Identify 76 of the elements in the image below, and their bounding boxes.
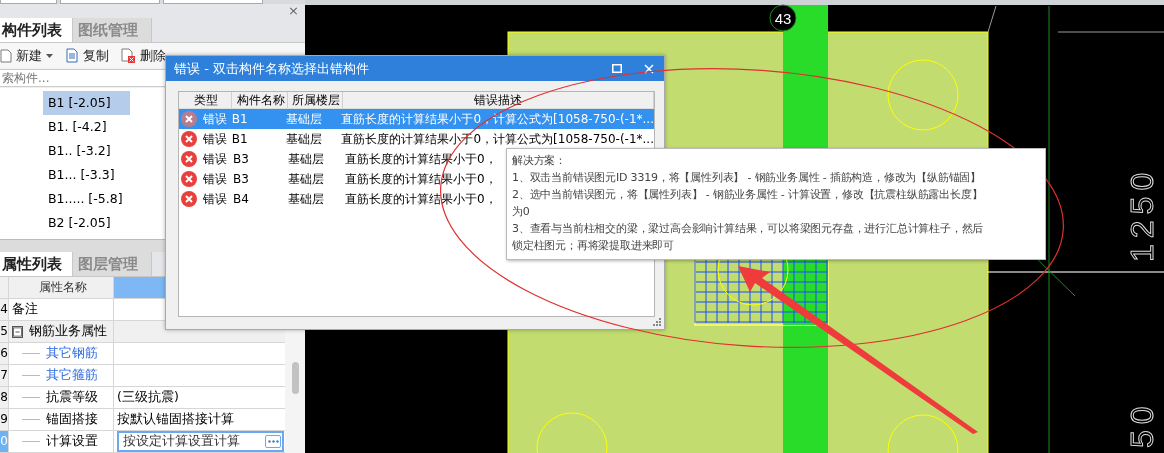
component-name: B1 [230,131,249,148]
component-item[interactable]: B1.. [-3.2] [43,138,130,163]
toolbar-button[interactable]: 删除 [121,46,166,65]
error-type: 错误 [203,190,227,208]
column-header[interactable]: 错误描述 [343,92,654,108]
component-item[interactable]: B1 [-2.05] [43,90,130,115]
solution-step: 1、双击当前错误图元ID 3319，将【属性列表】 - 钢筋业务属性 - 插筋构造，修改为【纵筋锚固】 [512,169,990,186]
axis-label: 43 [774,10,792,27]
property-name: 备注 [12,301,38,318]
column-circle [887,59,959,131]
panel-tab[interactable]: 属性列表 [0,252,73,276]
property-value: (三级抗震) [117,389,179,406]
property-name[interactable]: 其它钢筋 [46,345,98,362]
floor-name: 基础层 [284,110,323,128]
row-number: 4 [0,299,9,320]
error-type: 错误 [203,130,227,148]
column-header[interactable]: 所属楼层 [288,92,343,108]
property-name: 锚固搭接 [46,411,98,428]
row-number: 5 [0,321,9,342]
row-number: 7 [0,365,9,386]
tooltip-title: 解决方案： [512,153,567,169]
error-icon [181,191,197,207]
component-item[interactable]: B1. [-4.2] [43,114,130,139]
copy-icon [65,48,79,64]
ellipsis-icon [267,440,279,443]
dimension-label: 50 [1124,400,1160,448]
grid-line [987,5,997,33]
resize-grip-icon[interactable] [653,318,661,326]
component-item[interactable]: B2 [-2.05] [43,210,130,235]
maximize-icon[interactable] [612,64,622,73]
column-header: 属性名称 [9,277,114,298]
row-number: 9 [0,409,9,430]
property-value: 按默认锚固搭接计算 [117,411,234,428]
dimension-label: 1250 [1124,166,1160,262]
floor-name: 基础层 [287,170,325,188]
error-icon [181,111,197,127]
component-name: B4 [232,191,250,208]
property-name: 计算设置 [46,433,98,450]
caret-icon [46,53,53,58]
property-name: 钢筋业务属性 [29,323,107,340]
solution-step: 3、查看与当前柱相交的梁，梁过高会影响计算结果，可以将梁图元存盘，进行汇总计算柱子，然后锁定柱图元；再将梁提取进来即可 [512,220,990,254]
axis-bubble [769,4,797,32]
delete-icon [121,48,136,64]
error-description: 直筋长度的计算结果小于0，计算公式为[1058-750-(-1*... [340,110,654,128]
collapse-toggle[interactable] [12,325,23,338]
component-name: B3 [232,171,250,188]
close-icon[interactable] [644,63,654,74]
component-item[interactable]: B1... [-3.3] [43,162,130,187]
value-field[interactable]: 按设定计算设置计算 [117,431,284,452]
row-number: 0 [0,431,9,452]
error-icon [181,171,197,187]
error-type: 错误 [203,110,227,128]
column-header[interactable]: 构件名称 [232,92,288,108]
panel-tab[interactable]: 构件列表 [0,17,73,42]
floor-name: 基础层 [287,150,325,168]
error-icon [181,131,197,147]
property-name[interactable]: 其它箍筋 [46,367,98,384]
more-button[interactable] [265,435,281,448]
floor-name: 基础层 [284,130,323,148]
error-description: 直筋长度的计算结果小于0， [344,190,497,208]
solution-step: 2、选中当前错误图元，将【属性列表】 - 钢筋业务属性 - 计算设置，修改【抗震柱纵筋露出长度】为0 [512,186,990,220]
error-icon [181,151,197,167]
error-type: 错误 [203,150,227,168]
component-name: B3 [232,151,250,168]
component-name: B1 [230,111,249,128]
column-header[interactable]: 类型 [179,92,232,108]
toolbar-button[interactable]: 新建 [0,46,53,65]
error-type: 错误 [203,170,227,188]
close-button[interactable]: × [288,3,299,18]
row-number: 8 [0,387,9,408]
floor-name: 基础层 [287,190,325,208]
property-name: 抗震等级 [46,389,98,406]
row-number: 6 [0,343,9,364]
toolbar-button[interactable]: 复制 [65,46,109,65]
component-item[interactable]: B1..... [-5.8] [43,186,130,211]
scrollbar-thumb[interactable] [291,362,299,394]
